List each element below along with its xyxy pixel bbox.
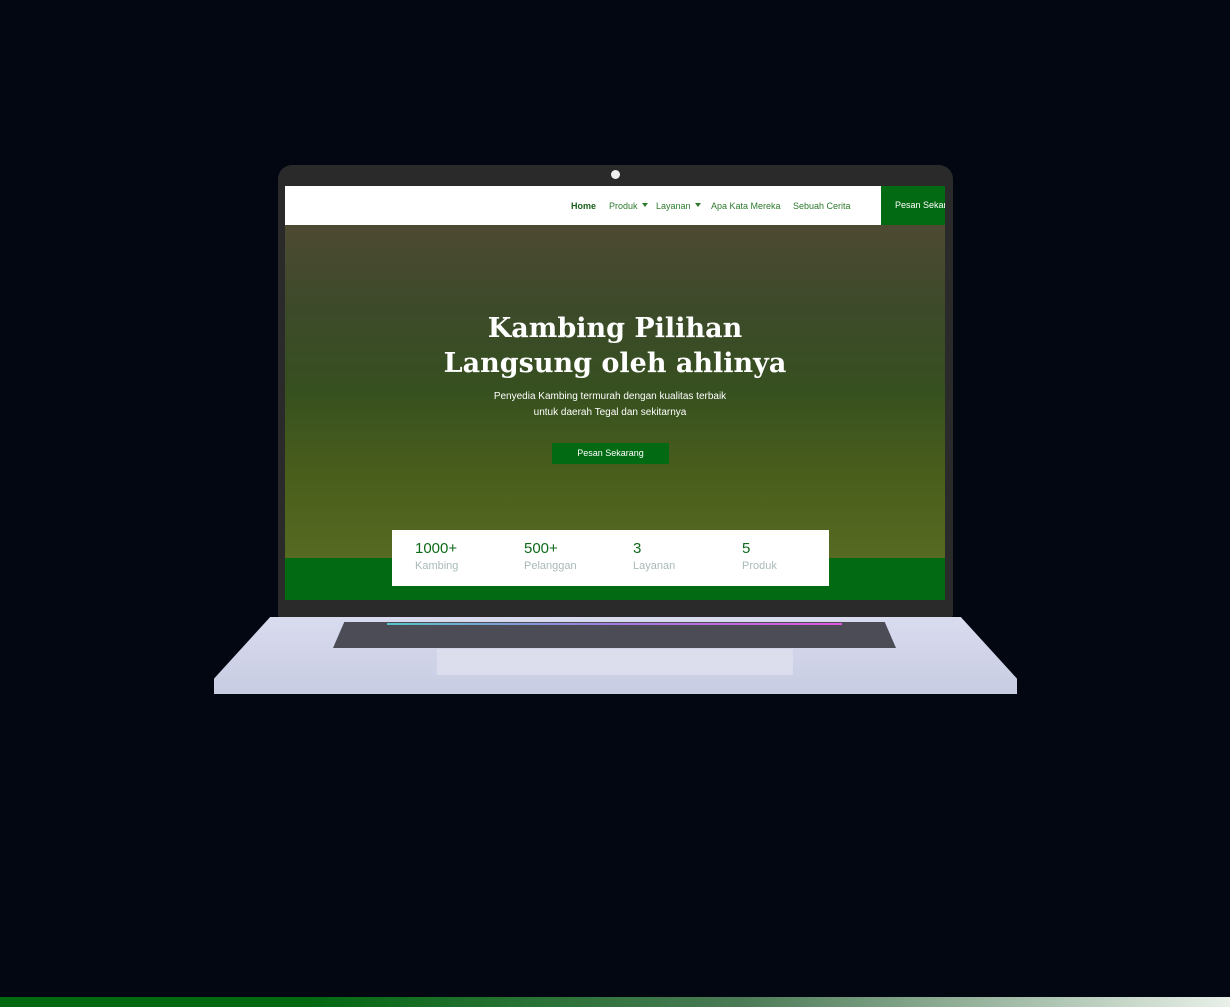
nav-layanan[interactable]: Layanan [656,201,701,211]
stat-layanan: 3 Layanan [633,540,675,572]
keyboard [333,622,896,648]
website-screen: Home Produk Layanan Apa Kata Mereka Sebu… [285,186,945,600]
nav-sebuah-cerita[interactable]: Sebuah Cerita [793,201,851,211]
nav-apa-kata-mereka[interactable]: Apa Kata Mereka [711,201,781,211]
hero-subtitle-line2: untuk daerah Tegal dan sekitarnya [533,407,687,418]
stats-card: 1000+ Kambing 500+ Pelanggan 3 Layanan 5 Pro… [392,530,829,586]
hero-title: Kambing Pilihan Langsung oleh ahlinya [285,311,945,381]
stat-label: Pelanggan [524,560,577,572]
stat-label: Produk [742,560,777,572]
hero-section: Kambing Pilihan Langsung oleh ahlinya Pen… [285,225,945,558]
stat-value: 5 [742,540,751,557]
nav-order-button[interactable]: Pesan Sekarang [881,186,945,225]
stat-value: 1000+ [415,540,458,557]
trackpad [437,649,793,675]
hero-order-button[interactable]: Pesan Sekarang [552,443,669,464]
nav-home[interactable]: Home [571,201,596,211]
touch-bar [387,623,842,625]
caret-down-icon [694,203,701,210]
bottom-gradient-bar [0,997,1230,1007]
stat-pelanggan: 500+ Pelanggan [524,540,577,572]
hero-subtitle: Penyedia Kambing termurah dengan kualita… [285,389,935,421]
stat-value: 500+ [524,540,558,557]
stat-label: Kambing [415,560,459,572]
camera-icon [611,170,620,179]
nav-layanan-label: Layanan [656,201,691,211]
nav-produk[interactable]: Produk [609,201,648,211]
stat-kambing: 1000+ Kambing [415,540,458,572]
stat-value: 3 [633,540,642,557]
nav-produk-label: Produk [609,201,638,211]
navbar: Home Produk Layanan Apa Kata Mereka Sebu… [285,186,945,225]
stat-label: Layanan [633,560,676,572]
stat-produk: 5 Produk [742,540,777,572]
hero-title-line2: Langsung oleh ahlinya [443,348,787,379]
caret-down-icon [641,203,648,210]
hero-subtitle-line1: Penyedia Kambing termurah dengan kualita… [493,391,727,402]
hero-title-line1: Kambing Pilihan [487,313,743,344]
